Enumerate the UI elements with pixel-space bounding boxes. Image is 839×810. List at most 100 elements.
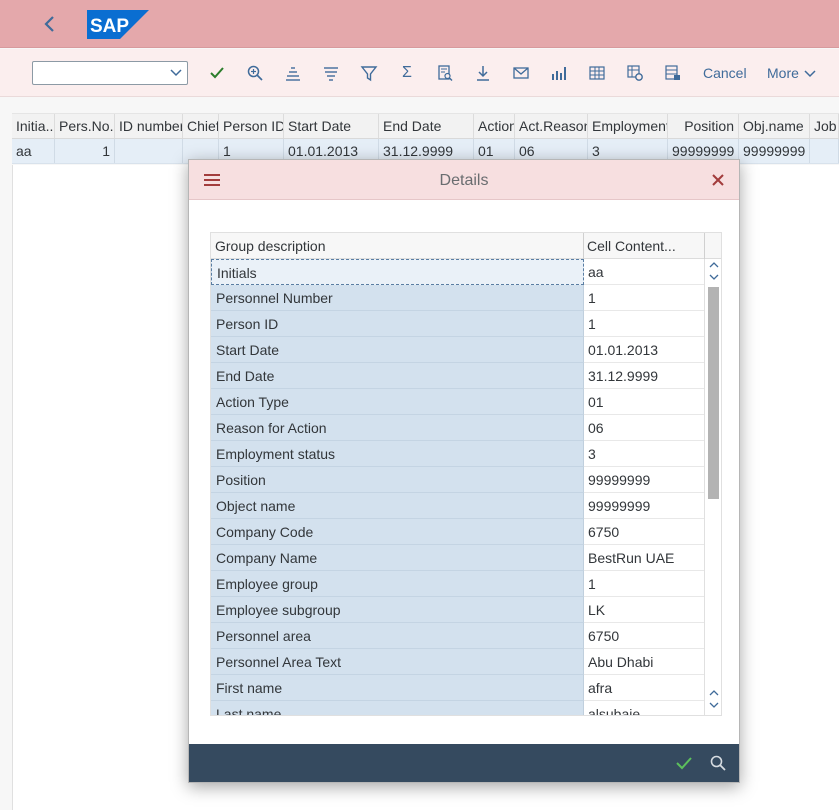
group-description-cell: Person ID xyxy=(211,311,584,337)
cell-content-value: 6750 xyxy=(584,623,705,649)
close-icon[interactable] xyxy=(709,171,727,189)
more-button[interactable]: More xyxy=(767,65,817,81)
chart-icon xyxy=(552,67,566,80)
svg-text:SAP: SAP xyxy=(90,16,129,37)
layout-settings-button[interactable] xyxy=(625,63,645,83)
group-description-cell: Initials xyxy=(211,259,584,285)
sort-descending-button[interactable] xyxy=(321,63,341,83)
confirm-button[interactable] xyxy=(207,63,227,83)
dialog-title: Details xyxy=(439,172,489,189)
list-item[interactable]: Personnel Area Text Abu Dhabi xyxy=(211,649,705,675)
scroll-down-icon[interactable] xyxy=(709,273,719,281)
more-label: More xyxy=(767,65,799,81)
vertical-scrollbar[interactable] xyxy=(705,259,721,715)
list-item[interactable]: Employee subgroup LK xyxy=(211,597,705,623)
cell-content-value: 01 xyxy=(584,389,705,415)
list-item[interactable]: Action Type 01 xyxy=(211,389,705,415)
sum-button[interactable]: Σ xyxy=(397,63,417,83)
dialog-footer xyxy=(189,744,739,782)
sort-ascending-button[interactable] xyxy=(283,63,303,83)
scroll-down-icon[interactable] xyxy=(709,701,719,709)
cell-content-value: 99999999 xyxy=(584,467,705,493)
column-header[interactable]: Obj.name xyxy=(739,114,810,138)
cell-content-value: alsubaie xyxy=(584,701,705,715)
column-header[interactable]: Initia... xyxy=(12,114,55,138)
toolbar: Σ Cancel More xyxy=(0,49,839,97)
layout-icon xyxy=(589,66,605,80)
download-button[interactable] xyxy=(473,63,493,83)
list-item[interactable]: Start Date 01.01.2013 xyxy=(211,337,705,363)
list-item[interactable]: Initials aa xyxy=(211,259,705,285)
column-header[interactable]: Chief xyxy=(183,114,219,138)
list-item[interactable]: Company Code 6750 xyxy=(211,519,705,545)
column-header[interactable]: Job xyxy=(810,114,839,138)
list-item[interactable]: Position 99999999 xyxy=(211,467,705,493)
list-item[interactable]: Personnel Number 1 xyxy=(211,285,705,311)
table-cell: 1 xyxy=(55,139,115,163)
zoom-icon xyxy=(247,65,263,81)
column-header[interactable]: Position xyxy=(668,114,739,138)
back-button[interactable] xyxy=(34,8,64,40)
list-item[interactable]: Company Name BestRun UAE xyxy=(211,545,705,571)
group-description-cell: Last name xyxy=(211,701,584,715)
details-header: Group description Cell Content... xyxy=(211,233,721,259)
group-description-cell: Action Type xyxy=(211,389,584,415)
details-rows: Initials aa Personnel Number 1 Person ID 1 Sta… xyxy=(211,259,705,715)
list-item[interactable]: Personnel area 6750 xyxy=(211,623,705,649)
search-icon[interactable] xyxy=(709,754,727,772)
scroll-up-icon[interactable] xyxy=(709,261,719,269)
group-description-cell: First name xyxy=(211,675,584,701)
chevron-down-icon xyxy=(170,69,182,77)
column-header-group[interactable]: Group description xyxy=(211,233,584,259)
table-cell: 99999999 xyxy=(739,139,810,163)
cell-content-value: 3 xyxy=(584,441,705,467)
filter-button[interactable] xyxy=(359,63,379,83)
cell-content-value: 31.12.9999 xyxy=(584,363,705,389)
scrollbar-thumb[interactable] xyxy=(708,287,719,499)
mail-icon xyxy=(513,67,529,79)
list-item[interactable]: Employment status 3 xyxy=(211,441,705,467)
group-description-cell: Company Name xyxy=(211,545,584,571)
details-button[interactable] xyxy=(245,63,265,83)
sort-descending-icon xyxy=(324,67,338,81)
column-header[interactable]: End Date xyxy=(379,114,474,138)
layout-button[interactable] xyxy=(587,63,607,83)
list-item[interactable]: First name afra xyxy=(211,675,705,701)
cancel-button[interactable]: Cancel xyxy=(703,65,747,81)
group-description-cell: Position xyxy=(211,467,584,493)
chart-button[interactable] xyxy=(549,63,569,83)
mail-button[interactable] xyxy=(511,63,531,83)
export-button[interactable] xyxy=(663,63,683,83)
group-description-cell: Employee group xyxy=(211,571,584,597)
shell-header: SAP xyxy=(0,0,839,48)
column-header[interactable]: ID number xyxy=(115,114,183,138)
group-description-cell: Reason for Action xyxy=(211,415,584,441)
column-header[interactable]: Person ID xyxy=(219,114,284,138)
list-item[interactable]: Reason for Action 06 xyxy=(211,415,705,441)
group-description-cell: Personnel Number xyxy=(211,285,584,311)
list-item[interactable]: Employee group 1 xyxy=(211,571,705,597)
column-header[interactable]: Action xyxy=(474,114,515,138)
list-item[interactable]: Person ID 1 xyxy=(211,311,705,337)
list-item[interactable]: Object name 99999999 xyxy=(211,493,705,519)
checkmark-icon xyxy=(210,67,224,79)
list-item[interactable]: End Date 31.12.9999 xyxy=(211,363,705,389)
dialog-header: Details xyxy=(189,160,739,200)
scroll-up-icon[interactable] xyxy=(709,689,719,697)
sum-icon: Σ xyxy=(402,64,412,81)
cell-content-value: 1 xyxy=(584,311,705,337)
cell-content-value: LK xyxy=(584,597,705,623)
back-arrow-icon xyxy=(44,16,54,32)
group-description-cell: Employee subgroup xyxy=(211,597,584,623)
variant-select[interactable] xyxy=(32,61,188,85)
column-header-content[interactable]: Cell Content... xyxy=(584,233,705,259)
column-header[interactable]: Start Date xyxy=(284,114,379,138)
export-icon xyxy=(665,65,680,80)
column-header[interactable]: Employment xyxy=(588,114,668,138)
list-item[interactable]: Last name alsubaie xyxy=(211,701,705,715)
column-header[interactable]: Pers.No. xyxy=(55,114,115,138)
print-preview-button[interactable] xyxy=(435,63,455,83)
cell-content-value: 06 xyxy=(584,415,705,441)
column-header[interactable]: Act.Reason xyxy=(515,114,588,138)
checkmark-icon[interactable] xyxy=(675,754,693,772)
